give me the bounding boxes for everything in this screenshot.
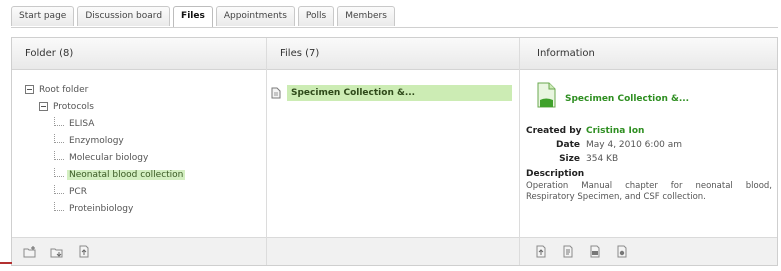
download-icon [590, 245, 600, 258]
information-toolbar [520, 237, 777, 265]
upload-button[interactable] [75, 243, 93, 261]
document-icon [271, 87, 283, 100]
tree-label-neonatal-blood-collection[interactable]: Neonatal blood collection [67, 170, 186, 180]
date-label: Date [556, 140, 580, 150]
tree-connector [54, 134, 64, 143]
tree-node-protocols[interactable]: Protocols [25, 100, 185, 117]
upload-icon [79, 245, 89, 258]
tree-node-neonatal-blood-collection[interactable]: Neonatal blood collection [25, 168, 186, 185]
file-type-icon [537, 82, 556, 108]
created-by-label: Created by [526, 126, 582, 136]
description-text: Operation Manual chapter for neonatal bl… [526, 181, 772, 202]
delete-icon [617, 245, 627, 258]
tree-connector [54, 151, 64, 160]
folder-column: Folder (8) Root folder Protocols ELISA E… [12, 38, 267, 265]
files-column: Files (7) Specimen Collection &... [267, 38, 520, 265]
tab-polls[interactable]: Polls [297, 6, 335, 26]
edit-file-icon [563, 245, 573, 258]
size-value: 354 KB [586, 154, 619, 164]
tree-label-enzymology[interactable]: Enzymology [67, 136, 126, 146]
files-column-header: Files (7) [267, 38, 519, 70]
size-label: Size [559, 154, 580, 164]
tab-start-page[interactable]: Start page [11, 6, 75, 26]
tab-appointments[interactable]: Appointments [215, 6, 295, 26]
tree-label-root[interactable]: Root folder [39, 85, 88, 95]
tab-members[interactable]: Members [337, 6, 395, 26]
add-folder-button[interactable] [21, 243, 39, 261]
file-metadata: Created by Cristina Ion Date May 4, 2010 6… [526, 124, 682, 166]
tab-bar: Start page Discussion board Files Appoin… [11, 6, 395, 28]
files-toolbar [267, 237, 519, 265]
collapse-icon[interactable] [25, 85, 34, 94]
file-manager-panel: Folder (8) Root folder Protocols ELISA E… [11, 37, 778, 266]
created-by-value[interactable]: Cristina Ion [586, 126, 644, 136]
tree-label-proteinbiology[interactable]: Proteinbiology [67, 204, 135, 214]
tab-divider [11, 27, 778, 28]
size-row: Size 354 KB [526, 152, 682, 166]
upload-file-icon [536, 245, 546, 258]
edge-marker [0, 262, 12, 264]
file-name[interactable]: Specimen Collection &... [287, 85, 512, 101]
tree-label-molecular-biology[interactable]: Molecular biology [67, 153, 150, 163]
tab-files[interactable]: Files [173, 6, 213, 28]
tree-node-proteinbiology[interactable]: Proteinbiology [25, 202, 185, 219]
folder-toolbar [12, 237, 266, 265]
tree-label-elisa[interactable]: ELISA [67, 119, 96, 129]
tree-label-protocols[interactable]: Protocols [53, 102, 94, 112]
folder-tree: Root folder Protocols ELISA Enzymology M… [25, 83, 186, 219]
tree-connector [54, 202, 64, 211]
file-title: Specimen Collection &... [565, 94, 690, 104]
tree-connector [54, 185, 64, 194]
tree-label-pcr[interactable]: PCR [67, 187, 89, 197]
information-column: Information Specimen Collection &... Cre… [520, 38, 777, 265]
tree-node-root[interactable]: Root folder [25, 83, 185, 100]
tree-connector [54, 168, 64, 177]
folder-column-header: Folder (8) [12, 38, 266, 70]
move-folder-button[interactable] [48, 243, 66, 261]
download-button[interactable] [586, 243, 604, 261]
date-value: May 4, 2010 6:00 am [586, 140, 683, 150]
move-folder-icon [50, 248, 63, 257]
tab-discussion-board[interactable]: Discussion board [77, 6, 171, 26]
tree-node-elisa[interactable]: ELISA [25, 117, 185, 134]
description-label: Description [526, 169, 585, 179]
tree-node-enzymology[interactable]: Enzymology [25, 134, 185, 151]
upload-file-button[interactable] [532, 243, 550, 261]
delete-button[interactable] [613, 243, 631, 261]
information-column-header: Information [520, 38, 777, 70]
file-row[interactable]: Specimen Collection &... [271, 85, 512, 101]
date-row: Date May 4, 2010 6:00 am [526, 138, 682, 152]
tree-node-pcr[interactable]: PCR [25, 185, 185, 202]
tree-connector [54, 117, 64, 126]
edit-file-button[interactable] [559, 243, 577, 261]
created-by-row: Created by Cristina Ion [526, 124, 682, 138]
collapse-icon[interactable] [39, 102, 48, 111]
add-folder-icon [23, 245, 36, 257]
tree-node-molecular-biology[interactable]: Molecular biology [25, 151, 185, 168]
